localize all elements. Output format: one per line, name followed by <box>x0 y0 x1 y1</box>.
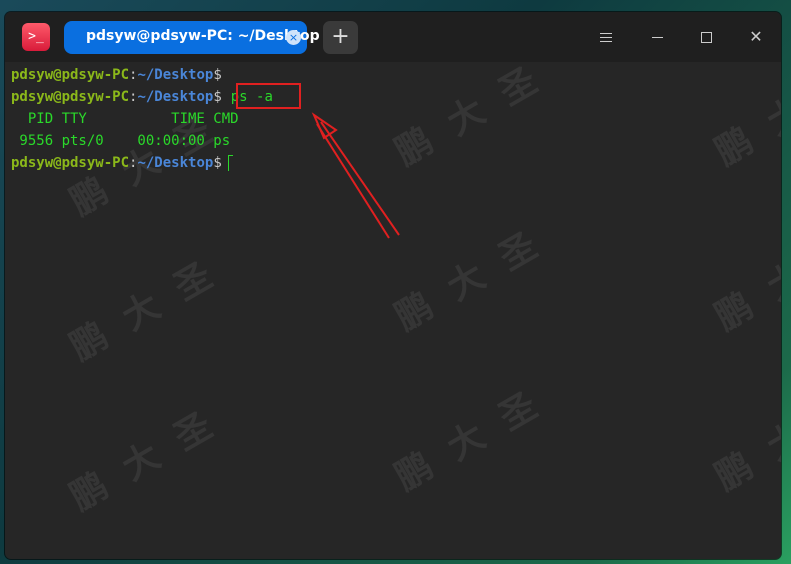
annotation-arrow-icon <box>311 112 400 239</box>
terminal-window: >_ pdsyw@pdsyw-PC: ~/Desktop × + ✕ 鹏大圣 鹏… <box>5 12 781 559</box>
